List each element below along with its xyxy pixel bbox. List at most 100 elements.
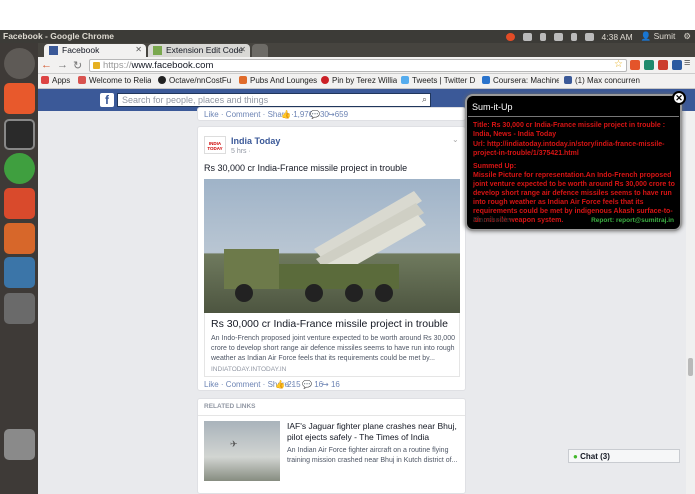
placeholder-text: Placeholder xyxy=(473,217,513,224)
airplane-icon: ✈ xyxy=(230,439,238,449)
bookmark-star-icon[interactable]: ☆ xyxy=(614,59,623,70)
unity-launcher xyxy=(0,43,38,494)
close-tab-icon[interactable]: ✕ xyxy=(135,45,142,54)
share-count[interactable]: ↪659 xyxy=(328,110,348,119)
chrome-tray-icon[interactable] xyxy=(505,32,515,41)
extension-icon[interactable] xyxy=(658,60,668,70)
facebook-logo[interactable]: f xyxy=(100,93,114,107)
facebook-favicon-icon xyxy=(49,46,58,55)
search-placeholder: Search for people, places and things xyxy=(122,95,269,105)
post-time[interactable]: 5 hrs · xyxy=(231,148,251,155)
tab-label: Extension Edit Code xyxy=(166,45,244,55)
firefox-icon[interactable] xyxy=(4,83,35,114)
reload-icon[interactable]: ↻ xyxy=(73,59,82,72)
terminal-icon[interactable] xyxy=(4,119,35,150)
bookmark-item[interactable]: Welcome to Relia xyxy=(78,76,151,85)
battery-icon[interactable] xyxy=(553,32,563,41)
bookmark-favicon-icon xyxy=(78,76,86,84)
chat-sidebar-button[interactable]: ● Chat (3) xyxy=(568,449,680,463)
link-preview[interactable]: Rs 30,000 cr India-France missile projec… xyxy=(204,313,460,377)
tab-label: Facebook xyxy=(62,45,100,55)
missile-launcher-image xyxy=(224,191,426,302)
coursera-icon xyxy=(482,76,490,84)
comment-count[interactable]: 💬 16 xyxy=(302,380,323,389)
like-count[interactable]: 👍 1,976 xyxy=(281,110,313,119)
extension-icon[interactable] xyxy=(644,60,654,70)
bookmark-item[interactable]: Tweets | Twitter D xyxy=(401,76,477,85)
popup-title: Sum-it-Up xyxy=(472,102,513,112)
scrollbar-thumb[interactable] xyxy=(688,358,693,376)
facebook-favicon-icon xyxy=(564,76,572,84)
online-dot-icon: ● xyxy=(573,452,578,461)
link-description: An Indo-French proposed joint venture ex… xyxy=(211,335,455,362)
report-link[interactable]: Report: report@sumitraj.in xyxy=(591,217,674,224)
search-icon[interactable]: ⌕ xyxy=(422,94,427,105)
comment-count[interactable]: 💬30 xyxy=(310,110,329,119)
forward-arrow-icon[interactable]: → xyxy=(57,59,68,71)
bookmark-label: Octave/nnCostFu xyxy=(169,76,232,85)
like-count[interactable]: 👍 215 xyxy=(275,380,301,389)
system-top-panel: Facebook - Google Chrome 4:38 AM 👤 Sumit… xyxy=(0,30,695,43)
files-icon[interactable] xyxy=(4,223,35,254)
bookmark-item[interactable]: Octave/nnCostFu xyxy=(158,76,233,85)
page-scrollbar[interactable] xyxy=(686,111,695,494)
facebook-search-input[interactable]: Search for people, places and things ⌕ xyxy=(117,93,431,107)
workspace-switcher-icon[interactable] xyxy=(4,293,35,324)
page-url-line[interactable]: Url: http://indiatoday.intoday.in/story/… xyxy=(473,140,678,158)
share-count[interactable]: ↪ 16 xyxy=(322,380,340,389)
count: 659 xyxy=(334,110,349,119)
extension-icon[interactable] xyxy=(630,60,640,70)
bookmark-item[interactable]: Pubs And Lounges xyxy=(239,76,317,85)
power-icon[interactable]: ⚙ xyxy=(683,31,691,42)
chrome-launcher-icon[interactable] xyxy=(4,153,35,184)
tab-extension-edit-code[interactable]: Extension Edit Code ✕ xyxy=(148,44,250,57)
extension-favicon-icon xyxy=(153,46,162,55)
post-author[interactable]: India Today xyxy=(231,136,280,146)
bookmarks-bar: Apps Welcome to Relia Octave/nnCostFu Pu… xyxy=(38,74,695,89)
mail-icon[interactable] xyxy=(522,32,532,41)
system-tray[interactable]: 4:38 AM 👤 Sumit ⚙ xyxy=(505,31,691,42)
link-source: INDIATODAY.INTODAY.IN xyxy=(211,366,287,373)
clock[interactable]: 4:38 AM xyxy=(602,32,633,42)
software-center-icon[interactable] xyxy=(4,188,35,219)
related-links: RELATED LINKS ✈ IAF's Jaguar fighter pla… xyxy=(197,398,466,494)
chrome-menu-icon[interactable]: ≡ xyxy=(684,57,690,69)
related-header: RELATED LINKS xyxy=(204,403,256,410)
dash-home-icon[interactable] xyxy=(4,48,35,79)
jaguar-thumbnail[interactable]: ✈ xyxy=(204,421,280,481)
bookmark-item[interactable]: Pin by Terez Willia xyxy=(321,76,397,85)
new-tab-button[interactable] xyxy=(252,44,268,57)
related-title[interactable]: IAF's Jaguar fighter plane crashes near … xyxy=(287,421,461,443)
bookmark-favicon-icon xyxy=(239,76,247,84)
sumitup-extension-icon[interactable] xyxy=(672,60,682,70)
missile-photo[interactable] xyxy=(204,179,460,313)
divider xyxy=(468,116,679,117)
bookmark-item[interactable]: Coursera: Machine xyxy=(482,76,559,85)
python-icon[interactable] xyxy=(4,257,35,288)
link-title[interactable]: Rs 30,000 cr India-France missile projec… xyxy=(211,318,448,330)
chat-label: Chat (3) xyxy=(580,452,610,461)
apps-icon xyxy=(41,76,49,84)
volume-icon[interactable] xyxy=(584,32,594,41)
network-icon[interactable] xyxy=(570,32,577,41)
bookmark-label: Apps xyxy=(52,76,71,85)
bluetooth-icon[interactable] xyxy=(539,32,546,41)
github-icon xyxy=(158,76,166,84)
user-icon: 👤 xyxy=(640,31,654,41)
summed-up-label: Summed Up: xyxy=(473,163,517,170)
india-today-avatar[interactable]: INDIA TODAY xyxy=(204,136,226,154)
close-icon[interactable]: ✕ xyxy=(672,91,686,105)
page-title-line: Title: Rs 30,000 cr India-France missile… xyxy=(473,122,666,138)
chevron-down-icon[interactable]: ⌄ xyxy=(452,135,459,144)
back-arrow-icon[interactable]: ← xyxy=(41,59,52,71)
bookmark-label: Welcome to Relia xyxy=(89,76,151,85)
user-menu[interactable]: 👤 Sumit xyxy=(641,31,676,42)
page-icon xyxy=(93,62,100,69)
url-host: www.facebook.com xyxy=(131,60,214,71)
address-bar[interactable]: https://www.facebook.com ☆ xyxy=(89,59,627,72)
close-tab-icon[interactable]: ✕ xyxy=(239,45,246,54)
bookmark-item[interactable]: (1) Max concurren xyxy=(564,76,644,85)
tab-facebook[interactable]: Facebook ✕ xyxy=(44,44,146,57)
trash-icon[interactable] xyxy=(4,429,35,460)
bookmark-apps[interactable]: Apps xyxy=(41,76,70,85)
